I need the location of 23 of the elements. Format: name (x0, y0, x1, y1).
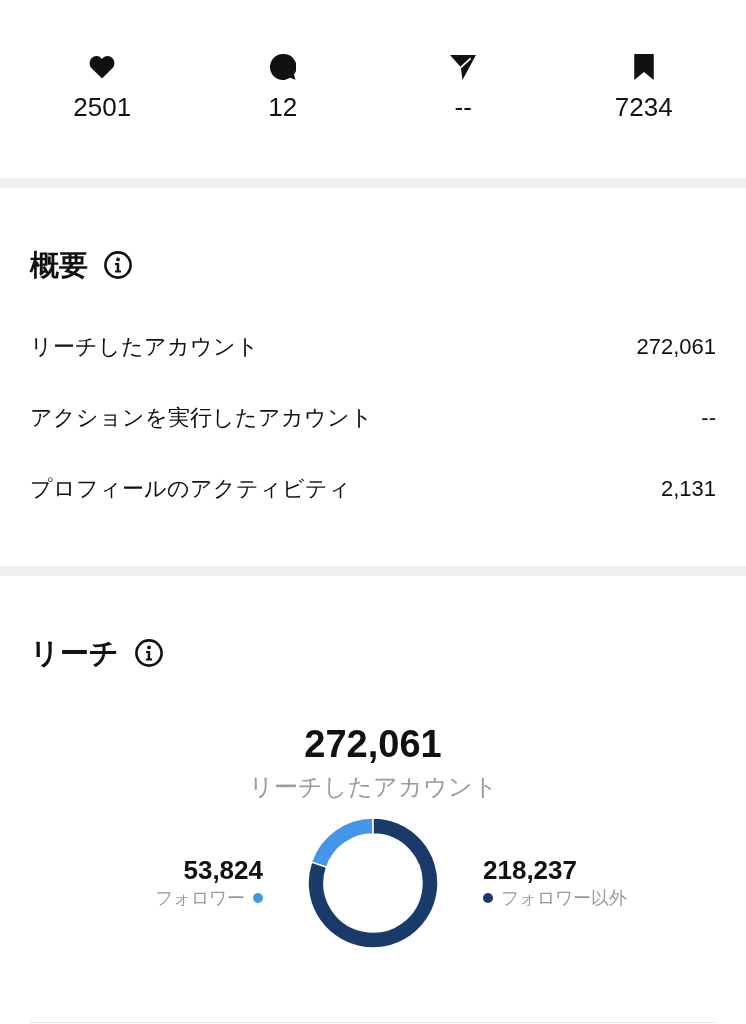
stat-count: 2501 (73, 91, 132, 123)
metric-label: リーチしたアカウント (30, 333, 259, 361)
section-title: リーチ (30, 636, 119, 670)
info-icon (135, 639, 163, 667)
metric-value: -- (701, 404, 716, 432)
metric-value: 2,131 (660, 475, 716, 503)
metric-label: アクションを実行したアカウント (30, 404, 373, 432)
legend-value: 218,237 (483, 855, 578, 885)
stat-count: 7234 (614, 91, 673, 123)
heart-icon (89, 54, 116, 80)
legend-value: 53,824 (182, 855, 263, 885)
section-title: 概要 (30, 248, 88, 282)
metric-value: 272,061 (636, 333, 716, 361)
reach-caption: リーチしたアカウント (247, 772, 499, 802)
reach-total: 272,061 (303, 722, 443, 767)
info-icon (104, 251, 132, 279)
paper-plane-icon (450, 54, 477, 80)
metric-label: プロフィールのアクティビティ (30, 475, 351, 503)
speech-bubble-icon (269, 54, 296, 80)
stat-count: 12 (268, 91, 298, 123)
stat-count: -- (454, 91, 472, 123)
legend-label: フォロワー (155, 887, 245, 910)
legend-label: フォロワー以外 (501, 887, 627, 910)
